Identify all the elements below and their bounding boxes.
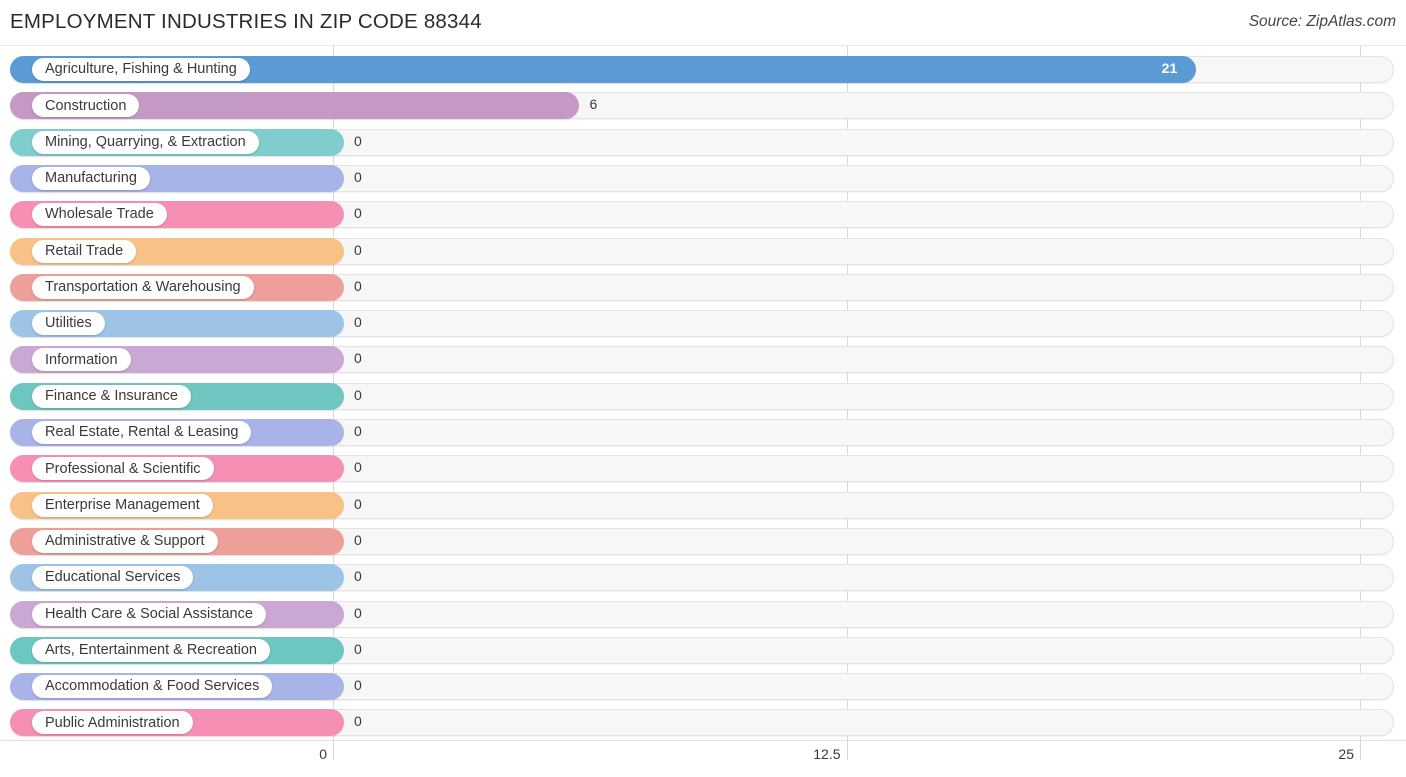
value-label: 0 xyxy=(354,314,362,331)
bar-row[interactable]: Arts, Entertainment & Recreation 0 xyxy=(10,636,1394,664)
axis-baseline xyxy=(0,740,1406,741)
category-label: Health Care & Social Assistance xyxy=(45,605,253,622)
category-label-pill: Wholesale Trade xyxy=(32,203,167,227)
bar-row[interactable]: Transportation & Warehousing 0 xyxy=(10,273,1394,301)
axis-tick-mark xyxy=(846,740,848,760)
category-label-pill: Finance & Insurance xyxy=(32,384,191,408)
x-axis: 0 12.5 25 xyxy=(0,740,1406,777)
bar-row[interactable]: Real Estate, Rental & Leasing 0 xyxy=(10,419,1394,446)
bar-row[interactable]: Wholesale Trade 0 xyxy=(10,201,1394,229)
bar-row[interactable]: Public Administration 0 xyxy=(10,709,1394,737)
bar-row[interactable]: Construction 6 xyxy=(10,92,1394,120)
bar-row[interactable]: Professional & Scientific 0 xyxy=(10,455,1394,483)
category-label-pill: Administrative & Support xyxy=(32,529,218,553)
value-label: 0 xyxy=(354,277,362,294)
category-label-pill: Accommodation & Food Services xyxy=(32,675,273,699)
category-label-pill: Mining, Quarrying, & Extraction xyxy=(32,130,259,154)
category-label: Wholesale Trade xyxy=(45,206,154,223)
bar-row[interactable]: Administrative & Support 0 xyxy=(10,527,1394,555)
value-label: 0 xyxy=(354,604,362,621)
category-label-pill: Utilities xyxy=(32,312,105,336)
category-label-pill: Information xyxy=(32,348,131,372)
value-label: 0 xyxy=(354,241,362,258)
source-attribution: Source: ZipAtlas.com xyxy=(1248,13,1396,30)
value-label: 0 xyxy=(354,640,362,657)
value-label: 0 xyxy=(354,677,362,694)
category-label: Accommodation & Food Services xyxy=(45,678,260,695)
bar-row[interactable]: Information 0 xyxy=(10,346,1394,374)
value-label: 6 xyxy=(589,96,598,113)
category-label: Administrative & Support xyxy=(45,533,205,550)
category-label-pill: Construction xyxy=(32,94,140,118)
bar-row[interactable]: Health Care & Social Assistance 0 xyxy=(10,600,1394,628)
category-label-pill: Agriculture, Fishing & Hunting xyxy=(32,58,250,81)
category-label-pill: Transportation & Warehousing xyxy=(32,275,254,299)
value-label: 21 xyxy=(1161,60,1178,76)
value-label: 0 xyxy=(354,132,362,149)
axis-tick-mark xyxy=(1360,740,1361,760)
category-label-pill: Professional & Scientific xyxy=(32,457,214,481)
category-label: Arts, Entertainment & Recreation xyxy=(45,642,257,659)
category-label-pill: Manufacturing xyxy=(32,166,150,190)
bar-row[interactable]: Enterprise Management 0 xyxy=(10,491,1394,519)
category-label: Retail Trade xyxy=(45,242,124,259)
category-label-pill: Health Care & Social Assistance xyxy=(32,602,266,626)
value-label: 0 xyxy=(354,386,362,403)
category-label-pill: Retail Trade xyxy=(32,239,137,263)
bar-row[interactable]: Retail Trade 0 xyxy=(10,237,1394,265)
category-label: Finance & Insurance xyxy=(45,387,178,404)
category-label: Educational Services xyxy=(45,569,181,586)
category-label: Mining, Quarrying, & Extraction xyxy=(45,133,246,150)
value-label: 0 xyxy=(354,459,362,476)
category-label: Professional & Scientific xyxy=(45,460,201,477)
axis-tick-label: 25 xyxy=(1338,746,1354,762)
value-label: 0 xyxy=(354,568,362,585)
category-label: Enterprise Management xyxy=(45,496,200,513)
bar-row[interactable]: Mining, Quarrying, & Extraction 0 xyxy=(10,128,1394,156)
bar-row[interactable]: Finance & Insurance 0 xyxy=(10,382,1394,410)
value-label: 0 xyxy=(354,495,362,512)
category-label: Agriculture, Fishing & Hunting xyxy=(45,61,237,78)
axis-tick-label: 0 xyxy=(319,746,327,762)
category-label-pill: Arts, Entertainment & Recreation xyxy=(32,638,270,662)
category-label-pill: Real Estate, Rental & Leasing xyxy=(32,421,252,444)
value-label: 0 xyxy=(354,531,362,548)
bar-row[interactable]: Utilities 0 xyxy=(10,310,1394,338)
plot-area: Agriculture, Fishing & Hunting 21 Construc… xyxy=(0,46,1406,740)
category-label: Construction xyxy=(45,97,127,114)
value-label: 0 xyxy=(354,423,362,439)
axis-tick-mark xyxy=(333,740,334,760)
employment-industries-bar-chart: EMPLOYMENT INDUSTRIES IN ZIP CODE 88344 … xyxy=(0,0,1406,777)
bar-rows: Agriculture, Fishing & Hunting 21 Construc… xyxy=(0,46,1406,740)
category-label: Manufacturing xyxy=(45,170,137,187)
category-label: Utilities xyxy=(45,315,92,332)
value-label: 0 xyxy=(354,350,362,367)
bar-row[interactable]: Agriculture, Fishing & Hunting 21 xyxy=(10,56,1394,83)
bar-row[interactable]: Manufacturing 0 xyxy=(10,164,1394,192)
category-label-pill: Enterprise Management xyxy=(32,493,213,517)
category-label: Real Estate, Rental & Leasing xyxy=(45,424,239,441)
page-title: EMPLOYMENT INDUSTRIES IN ZIP CODE 88344 xyxy=(10,10,482,33)
axis-tick-label: 12.5 xyxy=(813,746,841,762)
category-label-pill: Public Administration xyxy=(32,711,193,735)
category-label: Transportation & Warehousing xyxy=(45,279,241,296)
value-label: 0 xyxy=(354,205,362,222)
category-label: Information xyxy=(45,351,118,368)
category-label-pill: Educational Services xyxy=(32,566,194,590)
value-label: 0 xyxy=(354,713,362,730)
chart-header: EMPLOYMENT INDUSTRIES IN ZIP CODE 88344 … xyxy=(0,0,1406,46)
category-label: Public Administration xyxy=(45,714,180,731)
value-label: 0 xyxy=(354,168,362,185)
bar-row[interactable]: Accommodation & Food Services 0 xyxy=(10,673,1394,701)
bar-row[interactable]: Educational Services 0 xyxy=(10,564,1394,592)
